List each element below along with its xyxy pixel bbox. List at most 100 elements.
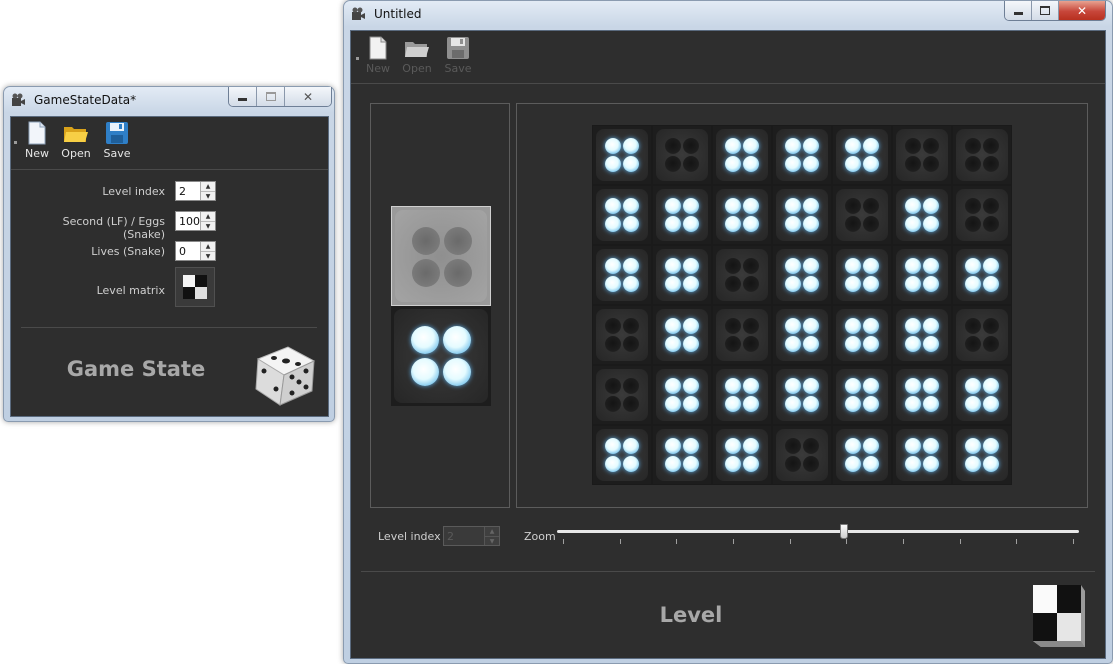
grid-cell-4-0[interactable] [593, 366, 651, 424]
lives-stepper[interactable]: ▲ ▼ [200, 242, 215, 260]
grid-cell-0-5[interactable] [893, 126, 951, 184]
grid-cell-2-0[interactable] [593, 246, 651, 304]
slider-tick [1016, 539, 1018, 544]
grid-cell-1-0[interactable] [593, 186, 651, 244]
tile-light [964, 317, 981, 334]
tile-light [683, 276, 700, 293]
level-index-stepper[interactable]: ▲ ▼ [484, 527, 499, 545]
grid-cell-3-3[interactable] [773, 306, 831, 364]
grid-cell-2-3[interactable] [773, 246, 831, 304]
level-index-stepper[interactable]: ▲ ▼ [200, 182, 215, 200]
tile-light [724, 377, 741, 394]
new-button[interactable]: New [17, 121, 57, 160]
level-index-spinbox[interactable]: 2 ▲ ▼ [175, 181, 216, 201]
grid-cell-2-6[interactable] [953, 246, 1011, 304]
tile-light [683, 396, 700, 413]
grid-cell-3-0[interactable] [593, 306, 651, 364]
tile-light [664, 456, 681, 473]
tile-light [803, 317, 820, 334]
game-state-titlebar[interactable]: GameStateData* ✕ [4, 87, 334, 113]
tile-light [743, 377, 760, 394]
grid-cell-5-6[interactable] [953, 426, 1011, 484]
grid-cell-5-5[interactable] [893, 426, 951, 484]
arrow-down-icon[interactable]: ▼ [201, 192, 215, 201]
tile-light [623, 396, 640, 413]
close-button[interactable]: ✕ [1058, 1, 1105, 20]
arrow-up-icon[interactable]: ▲ [201, 242, 215, 252]
arrow-down-icon[interactable]: ▼ [201, 252, 215, 261]
minimize-button[interactable] [229, 87, 256, 106]
new-button[interactable]: New [358, 36, 398, 75]
arrow-up-icon[interactable]: ▲ [201, 212, 215, 222]
grid-cell-4-3[interactable] [773, 366, 831, 424]
grid-cell-5-2[interactable] [713, 426, 771, 484]
grid-cell-2-2[interactable] [713, 246, 771, 304]
grid-cell-4-5[interactable] [893, 366, 951, 424]
grid-cell-1-3[interactable] [773, 186, 831, 244]
tile-light [803, 137, 820, 154]
grid-cell-4-4[interactable] [833, 366, 891, 424]
grid-cell-4-6[interactable] [953, 366, 1011, 424]
tile-light [844, 336, 861, 353]
slider-tick [846, 539, 848, 544]
zoom-slider-handle[interactable] [840, 524, 849, 539]
palette-tile-off[interactable] [391, 206, 491, 306]
tile-light [604, 156, 621, 173]
close-button[interactable]: ✕ [284, 87, 331, 106]
grid-cell-1-2[interactable] [713, 186, 771, 244]
arrow-up-icon[interactable]: ▲ [201, 182, 215, 192]
grid-cell-5-0[interactable] [593, 426, 651, 484]
grid-cell-3-2[interactable] [713, 306, 771, 364]
save-button[interactable]: Save [97, 121, 137, 160]
arrow-down-icon[interactable]: ▼ [201, 222, 215, 231]
level-matrix-button[interactable] [175, 267, 215, 307]
grid-cell-0-6[interactable] [953, 126, 1011, 184]
level-index-spinbox[interactable]: 2 ▲ ▼ [443, 526, 500, 546]
maximize-button[interactable] [1031, 1, 1058, 20]
arrow-down-icon[interactable]: ▼ [485, 537, 499, 546]
grid-cell-1-1[interactable] [653, 186, 711, 244]
grid-cell-0-3[interactable] [773, 126, 831, 184]
tile-light [923, 137, 940, 154]
second-eggs-spinbox[interactable]: 100 ▲ ▼ [175, 211, 216, 231]
tile-light [623, 276, 640, 293]
grid-cell-2-4[interactable] [833, 246, 891, 304]
lives-spinbox[interactable]: 0 ▲ ▼ [175, 241, 216, 261]
maximize-button[interactable] [256, 87, 284, 106]
second-eggs-stepper[interactable]: ▲ ▼ [200, 212, 215, 230]
tile-light [803, 197, 820, 214]
grid-cell-0-2[interactable] [713, 126, 771, 184]
tile-light [964, 137, 981, 154]
grid-cell-1-6[interactable] [953, 186, 1011, 244]
grid-cell-4-1[interactable] [653, 366, 711, 424]
grid-cell-2-5[interactable] [893, 246, 951, 304]
grid-cell-0-1[interactable] [653, 126, 711, 184]
grid-cell-5-4[interactable] [833, 426, 891, 484]
open-button[interactable]: Open [56, 121, 96, 160]
slider-tick [619, 539, 621, 544]
zoom-slider-track[interactable] [557, 530, 1079, 533]
grid-cell-0-0[interactable] [593, 126, 651, 184]
grid-cell-1-5[interactable] [893, 186, 951, 244]
arrow-up-icon[interactable]: ▲ [485, 527, 499, 537]
grid-cell-5-3[interactable] [773, 426, 831, 484]
level-titlebar[interactable]: Untitled ✕ [344, 1, 1112, 27]
grid-cell-0-4[interactable] [833, 126, 891, 184]
minimize-button[interactable] [1005, 1, 1031, 20]
tile-light [724, 456, 741, 473]
tile-light [863, 336, 880, 353]
grid-cell-3-6[interactable] [953, 306, 1011, 364]
save-button[interactable]: Save [438, 36, 478, 75]
tile-light [683, 437, 700, 454]
grid-cell-2-1[interactable] [653, 246, 711, 304]
palette-tile-on[interactable] [391, 306, 491, 406]
grid-cell-4-2[interactable] [713, 366, 771, 424]
grid-cell-1-4[interactable] [833, 186, 891, 244]
grid-cell-5-1[interactable] [653, 426, 711, 484]
grid-cell-3-1[interactable] [653, 306, 711, 364]
grid-cell-3-4[interactable] [833, 306, 891, 364]
open-button[interactable]: Open [397, 36, 437, 75]
grid-cell-3-5[interactable] [893, 306, 951, 364]
zoom-slider[interactable] [557, 521, 1079, 551]
tile-light [743, 437, 760, 454]
